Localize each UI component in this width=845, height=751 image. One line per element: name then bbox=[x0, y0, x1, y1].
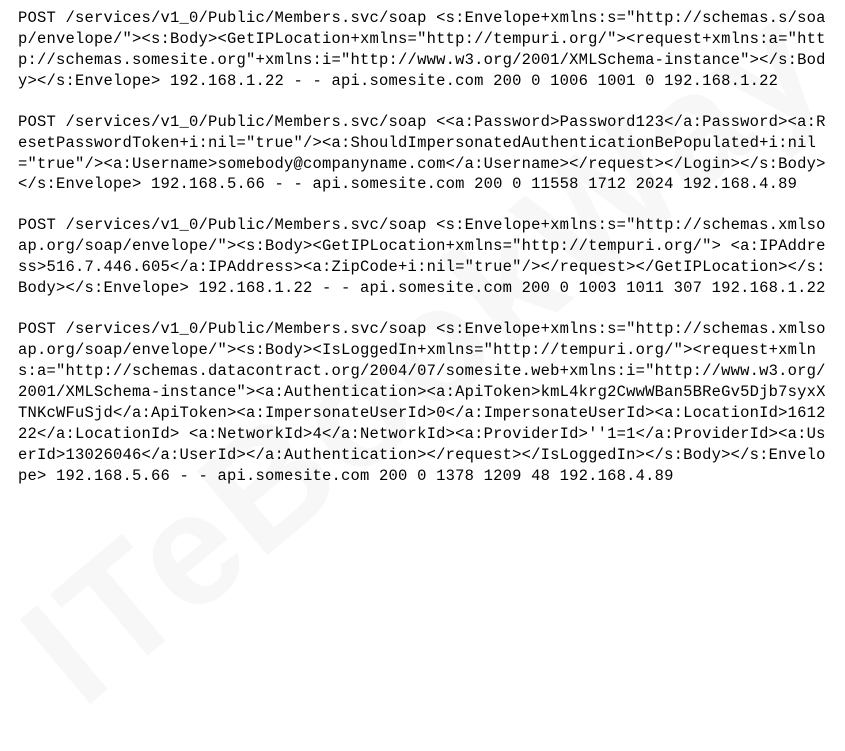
log-entry: POST /services/v1_0/Public/Members.svc/s… bbox=[18, 215, 827, 299]
log-entry: POST /services/v1_0/Public/Members.svc/s… bbox=[18, 112, 827, 196]
log-container: POST /services/v1_0/Public/Members.svc/s… bbox=[18, 8, 827, 486]
log-entry: POST /services/v1_0/Public/Members.svc/s… bbox=[18, 319, 827, 486]
log-entry: POST /services/v1_0/Public/Members.svc/s… bbox=[18, 8, 827, 92]
